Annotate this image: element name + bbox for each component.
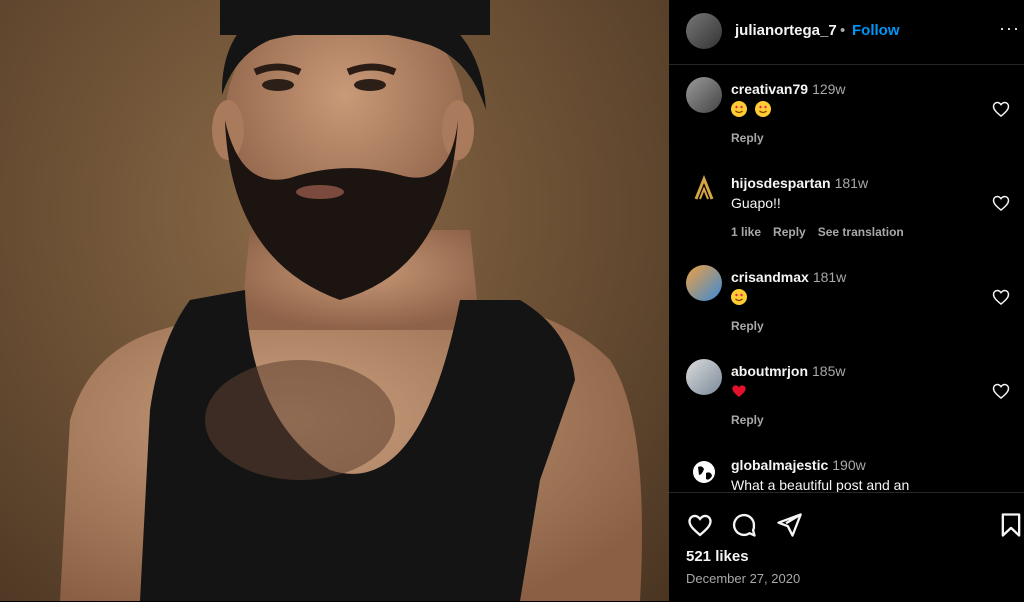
spartan-logo-icon — [694, 174, 714, 200]
globe-logo-icon — [693, 461, 715, 483]
comment-item: globalmajestic 190w What a beautiful post… — [669, 441, 1024, 492]
comment-username[interactable]: globalmajestic 190w — [731, 457, 866, 473]
comment-time: 185w — [812, 363, 846, 379]
reply-button[interactable]: Reply — [773, 225, 806, 239]
comment-meta: 1 like Reply See translation — [731, 225, 916, 239]
comment-meta: Reply — [731, 413, 776, 427]
likes-count[interactable]: 521 likes — [686, 548, 749, 565]
like-comment-heart-icon[interactable] — [991, 99, 1011, 119]
follow-button[interactable]: Follow — [852, 22, 900, 39]
comment-item: crisandmax 181w Reply — [669, 253, 1024, 347]
comment-time: 181w — [834, 175, 869, 191]
comment-username[interactable]: crisandmax 181w — [731, 269, 846, 285]
commenter-avatar[interactable] — [686, 265, 722, 301]
save-bookmark-icon[interactable] — [997, 511, 1024, 539]
heart-eyes-emoji — [754, 101, 771, 117]
like-comment-heart-icon[interactable] — [991, 193, 1011, 213]
post-photo — [0, 0, 669, 601]
commenter-avatar[interactable] — [686, 359, 722, 395]
commenter-avatar[interactable] — [686, 453, 722, 489]
comment-time: 129w — [812, 81, 846, 97]
share-send-icon[interactable] — [775, 511, 803, 539]
see-translation-button[interactable]: See translation — [818, 225, 904, 239]
comment-text: What a beautiful post and an — [731, 477, 910, 492]
post-side-panel: julianortega_7 • Follow ··· creativan79 1… — [669, 0, 1024, 601]
author-avatar[interactable] — [686, 13, 722, 49]
reply-button[interactable]: Reply — [731, 413, 764, 427]
comment-text: Guapo!! — [731, 195, 781, 211]
portrait-image — [60, 0, 642, 601]
comment-item: hijosdespartan 181w Guapo!! 1 like Reply Se… — [669, 159, 1024, 253]
separator-dot: • — [840, 22, 846, 39]
comment-username[interactable]: hijosdespartan 181w — [731, 175, 868, 191]
post-actions-footer: 521 likes December 27, 2020 — [669, 492, 1024, 602]
like-comment-heart-icon[interactable] — [991, 287, 1011, 307]
commenter-avatar[interactable] — [686, 171, 722, 207]
comment-username[interactable]: creativan79 129w — [731, 81, 846, 97]
comment-time: 190w — [832, 457, 866, 473]
author-username[interactable]: julianortega_7 — [735, 22, 837, 39]
post-header: julianortega_7 • Follow ··· — [669, 0, 1024, 65]
comment-like-count[interactable]: 1 like — [731, 225, 761, 239]
comment-bubble-icon[interactable] — [730, 511, 758, 539]
commenter-avatar[interactable] — [686, 77, 722, 113]
comment-username[interactable]: aboutmrjon 185w — [731, 363, 845, 379]
comment-text — [731, 289, 751, 305]
comment-item: aboutmrjon 185w Reply — [669, 347, 1024, 441]
comment-text — [731, 101, 775, 117]
comment-meta: Reply — [731, 131, 776, 145]
reply-button[interactable]: Reply — [731, 319, 764, 333]
more-options-icon[interactable]: ··· — [999, 18, 1020, 39]
like-comment-heart-icon[interactable] — [991, 381, 1011, 401]
comment-text — [731, 383, 751, 399]
post-date: December 27, 2020 — [686, 571, 801, 586]
comment-item: creativan79 129w Reply — [669, 65, 1024, 159]
heart-eyes-emoji — [731, 289, 747, 305]
comment-meta: Reply — [731, 319, 776, 333]
comments-list[interactable]: creativan79 129w Reply hijosdespartan 181w… — [669, 65, 1024, 492]
comment-time: 181w — [812, 269, 847, 285]
like-heart-icon[interactable] — [686, 511, 714, 539]
red-heart-emoji — [732, 385, 746, 397]
heart-eyes-emoji — [731, 101, 747, 117]
reply-button[interactable]: Reply — [731, 131, 764, 145]
